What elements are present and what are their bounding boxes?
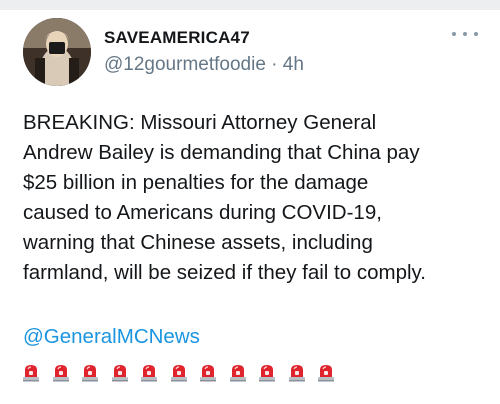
tweet-text-line: $25 billion in penalties for the damage [23, 171, 369, 194]
police-light-icon [52, 365, 69, 382]
tweet-text-line: BREAKING: Missouri Attorney General [23, 111, 377, 134]
more-dot [474, 32, 478, 36]
more-options-icon[interactable] [452, 26, 478, 42]
tweet-card[interactable]: SAVEAMERICA47 @12gourmetfoodie · 4h BREA… [0, 10, 500, 404]
more-dot [463, 32, 467, 36]
avatar[interactable] [23, 18, 91, 86]
tweet-text-line: caused to Americans during COVID-19, [23, 201, 382, 224]
police-light-icon [288, 365, 305, 382]
police-light-icon [23, 365, 39, 382]
display-name[interactable]: SAVEAMERICA47 [104, 28, 250, 48]
more-dot [452, 32, 456, 36]
police-light-icon [318, 365, 334, 382]
tweet-text: BREAKING: Missouri Attorney General Andr… [23, 108, 483, 288]
mention-link[interactable]: @GeneralMCNews [23, 324, 200, 350]
emoji-row [20, 362, 337, 384]
tweet-text-line: farmland, will be seized if they fail to… [23, 261, 426, 284]
police-light-icon [82, 365, 98, 382]
police-light-icon [229, 365, 246, 382]
handle-and-time[interactable]: @12gourmetfoodie · 4h [104, 54, 304, 76]
tweet-text-line: Andrew Bailey is demanding that China pa… [23, 141, 420, 164]
police-light-icon [111, 365, 128, 382]
police-light-icon [259, 365, 275, 382]
police-light-icon [141, 365, 157, 382]
police-light-icon [200, 365, 216, 382]
top-divider [0, 0, 500, 10]
tweet-text-line: warning that Chinese assets, including [23, 231, 373, 254]
police-light-icon [170, 365, 187, 382]
